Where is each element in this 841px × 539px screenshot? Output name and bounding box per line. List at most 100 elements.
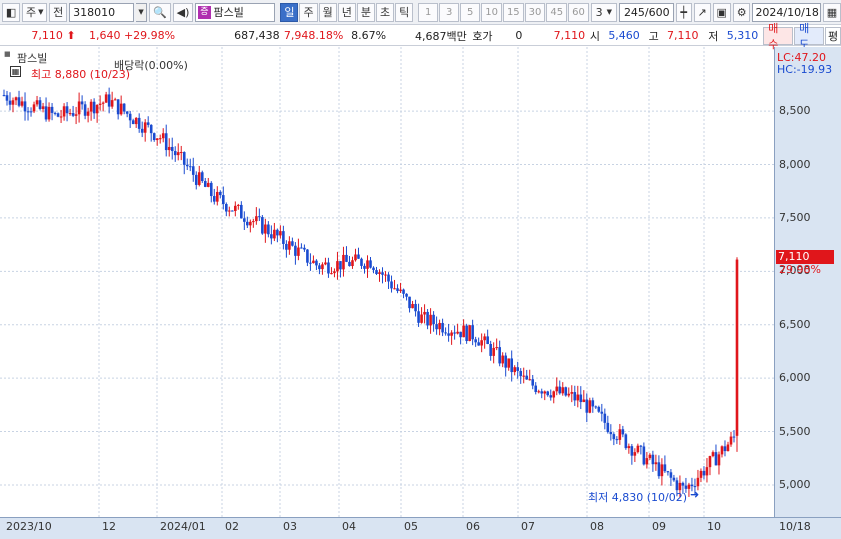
candle-body	[32, 104, 36, 112]
candle-body	[179, 152, 183, 154]
candle-body	[14, 97, 18, 101]
candle-body	[20, 101, 24, 106]
candle-body	[243, 218, 246, 222]
code-dropdown-icon[interactable]: ▼	[135, 2, 148, 22]
calendar-icon[interactable]: ▦	[822, 2, 841, 22]
time-tick-label: 06	[466, 520, 480, 533]
candle-body	[113, 99, 117, 101]
candle-body	[537, 391, 541, 393]
candlestick-chart[interactable]	[0, 47, 841, 539]
interval-select[interactable]: 3 ▼	[590, 2, 617, 22]
candle-style-icon[interactable]: ┿	[675, 2, 692, 22]
candle-body	[237, 204, 240, 206]
candle-body	[531, 379, 535, 386]
candle-body	[657, 462, 661, 477]
interval-30[interactable]: 30	[524, 2, 546, 22]
time-tick-label: 09	[652, 520, 666, 533]
interval-value: 3	[595, 5, 603, 19]
tab-period-4[interactable]: 분	[356, 2, 375, 22]
trade-amount: 4,687백만	[414, 29, 467, 43]
interval-3[interactable]: 3	[439, 2, 460, 22]
interval-1[interactable]: 1	[418, 2, 439, 22]
stock-name-field[interactable]: 증 팜스빌	[195, 2, 276, 22]
candle-body	[258, 216, 261, 218]
candle-body	[140, 128, 144, 133]
candle-body	[486, 336, 489, 345]
quote-bar: 7,110 ⬆ 1,640 +29.98% 687,438 7,948.18% …	[0, 22, 841, 51]
candle-body	[558, 386, 562, 394]
period-tabs: 일주월년분초틱	[280, 2, 414, 22]
candle-body	[699, 470, 703, 478]
market-select[interactable]: 주 ▼	[22, 2, 48, 22]
candle-body	[726, 444, 730, 452]
count-field[interactable]: 245/600	[618, 2, 674, 22]
candle-body	[732, 436, 736, 438]
candle-body	[197, 172, 201, 185]
interval-5[interactable]: 5	[460, 2, 481, 22]
interval-45[interactable]: 45	[546, 2, 568, 22]
candle-body	[131, 120, 135, 125]
candle-body	[720, 446, 724, 455]
table-icon[interactable]: ▦	[10, 66, 21, 77]
candle-body	[225, 204, 228, 212]
candle-body	[71, 113, 75, 116]
sell-button[interactable]: 매도	[794, 22, 824, 51]
eval-button[interactable]: 평	[825, 26, 841, 45]
save-icon[interactable]: ▣	[712, 2, 731, 22]
prev-button[interactable]: 전	[49, 2, 68, 22]
tab-period-2[interactable]: 월	[318, 2, 337, 22]
candle-body	[477, 342, 480, 346]
layout-icon[interactable]: ◧	[2, 2, 21, 22]
tab-period-6[interactable]: 틱	[395, 2, 414, 22]
candle-body	[543, 391, 547, 394]
candle-body	[408, 296, 411, 309]
candle-body	[95, 104, 99, 114]
stock-name: 팜스빌	[213, 6, 244, 19]
trend-icon[interactable]: ↗	[693, 2, 711, 22]
tab-period-1[interactable]: 주	[299, 2, 318, 22]
candle-body	[164, 133, 168, 151]
interval-60[interactable]: 60	[568, 2, 589, 22]
search-icon[interactable]: 🔍	[149, 2, 171, 22]
interval-15[interactable]: 15	[502, 2, 524, 22]
speaker-icon[interactable]: ◀)	[172, 2, 194, 22]
arrow-up-icon: ⬆	[66, 29, 76, 42]
candle-body	[128, 113, 132, 121]
last-price-marker: 7,110	[776, 250, 834, 264]
candle-body	[417, 311, 420, 323]
buy-button[interactable]: 매수	[763, 22, 794, 51]
price-tick-label: 8,000	[779, 157, 811, 171]
candle-body	[627, 446, 631, 449]
candle-body	[255, 216, 258, 222]
candle-body	[546, 391, 550, 396]
last-pct-marker: 29.98%	[779, 263, 821, 276]
candle-body	[125, 111, 129, 114]
candle-body	[29, 111, 33, 113]
candle-body	[176, 152, 180, 156]
tab-period-0[interactable]: 일	[280, 2, 299, 22]
candle-body	[603, 413, 607, 423]
low-price: 5,310	[726, 29, 759, 42]
code-input[interactable]: 318010	[69, 2, 134, 22]
candle-body	[447, 333, 450, 336]
tab-period-3[interactable]: 년	[337, 2, 356, 22]
candle-body	[107, 94, 111, 107]
candle-body	[624, 434, 628, 449]
candle-body	[348, 261, 351, 267]
candle-body	[26, 111, 30, 113]
candle-body	[8, 100, 12, 105]
candle-body	[549, 395, 553, 398]
candle-body	[35, 100, 39, 105]
arrow-right-icon: ➜	[690, 488, 700, 501]
candle-body	[564, 387, 568, 396]
tab-period-5[interactable]: 초	[375, 2, 395, 22]
candle-body	[540, 391, 544, 394]
candle-body	[711, 452, 715, 457]
candle-body	[423, 311, 426, 315]
interval-10[interactable]: 10	[481, 2, 502, 22]
candle-body	[285, 243, 288, 250]
candle-body	[432, 314, 435, 325]
candle-body	[528, 379, 532, 381]
gear-icon[interactable]: ⚙	[732, 2, 751, 22]
low-annotation: 최저 4,830 (10/02)	[588, 491, 688, 504]
